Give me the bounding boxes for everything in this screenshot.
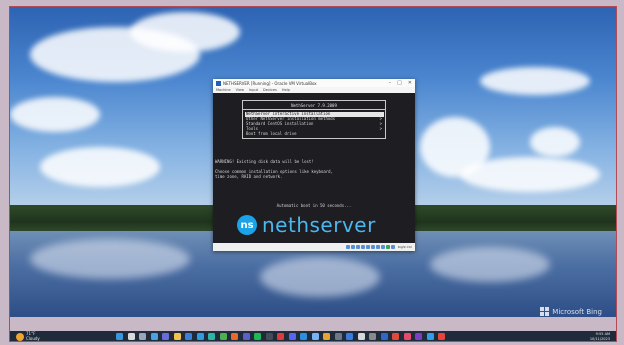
store-icon[interactable] <box>185 333 192 340</box>
wallpaper-reflection <box>430 247 550 282</box>
menu-devices[interactable]: Devices <box>263 88 277 92</box>
taskbar-pinned-apps <box>116 333 445 340</box>
app-icon[interactable] <box>438 333 445 340</box>
calculator-icon[interactable] <box>334 333 342 340</box>
boot-option-local-drive[interactable]: Boot from local drive <box>245 131 384 137</box>
audio-icon[interactable] <box>355 245 360 249</box>
close-button[interactable]: ✕ <box>408 80 412 86</box>
teams-icon[interactable] <box>242 333 250 340</box>
menu-input[interactable]: Input <box>249 88 258 92</box>
hard-disk-icon[interactable] <box>345 245 350 249</box>
task-view-icon[interactable] <box>139 333 146 340</box>
windows-start-icon[interactable] <box>116 333 123 340</box>
boot-menu: NethServer 7.9.2009 NethServer interacti… <box>242 100 386 139</box>
wallpaper-cloud <box>480 67 590 95</box>
virtualbox-icon[interactable] <box>380 333 388 340</box>
usb-icon[interactable] <box>365 245 370 249</box>
firefox-icon[interactable] <box>231 333 238 340</box>
wallpaper-cloud <box>40 147 160 187</box>
chrome-icon[interactable] <box>219 333 227 340</box>
edge-icon[interactable] <box>208 333 215 340</box>
virtualbox-icon <box>216 80 221 86</box>
clock-time: 9:55 AM <box>595 332 610 336</box>
chat-icon[interactable] <box>162 333 169 340</box>
desktop-screen: Microsoft Bing NETHSERVER [Running] - Or… <box>9 6 617 342</box>
recording-icon[interactable] <box>380 245 385 249</box>
file-explorer-icon[interactable] <box>173 333 181 340</box>
wallpaper-cloud <box>130 12 240 52</box>
clock-date: 10/11/2023 <box>589 336 610 341</box>
vm-console[interactable]: NethServer 7.9.2009 NethServer interacti… <box>213 93 415 243</box>
widgets-icon[interactable] <box>150 333 158 340</box>
vm-status-bar: Right Ctrl <box>213 243 415 251</box>
network-icon[interactable] <box>360 245 365 249</box>
host-key-label: Right Ctrl <box>397 245 412 249</box>
minimize-button[interactable]: – <box>389 80 392 86</box>
wallpaper-reflection <box>260 257 380 297</box>
taskbar: 71°F Cloudy 9:55 AM 10/11/2023 <box>10 331 616 341</box>
mouse-integration-icon[interactable] <box>390 245 395 249</box>
bing-watermark[interactable]: Microsoft Bing <box>540 307 602 316</box>
terminal-icon[interactable] <box>265 333 273 340</box>
photos-icon[interactable] <box>196 333 204 340</box>
boot-option-centos[interactable]: Standard CentOS installation > <box>245 121 384 127</box>
nethserver-logo: ns nethserver <box>237 213 376 237</box>
weather-widget[interactable]: 71°F Cloudy <box>16 331 40 341</box>
weather-description: Cloudy <box>26 335 40 341</box>
virtualbox-window[interactable]: NETHSERVER [Running] - Oracle VM Virtual… <box>213 79 415 251</box>
spotify-icon[interactable] <box>254 333 261 340</box>
microsoft-logo-icon <box>540 307 550 316</box>
paint-icon[interactable] <box>323 333 330 340</box>
nethserver-logo-icon: ns <box>237 215 257 235</box>
wallpaper-cloud <box>10 97 100 132</box>
search-icon[interactable] <box>127 333 135 340</box>
boot-menu-divider <box>243 109 385 110</box>
wallpaper-cloud <box>530 127 580 157</box>
onenote-icon[interactable] <box>415 333 422 340</box>
cpu-activity-icon[interactable] <box>385 245 390 249</box>
menu-machine[interactable]: Machine <box>216 88 231 92</box>
display-icon[interactable] <box>375 245 380 249</box>
settings-icon[interactable] <box>369 333 376 340</box>
shared-folder-icon[interactable] <box>370 245 375 249</box>
camera-icon[interactable] <box>403 333 411 340</box>
notepad-icon[interactable] <box>311 333 319 340</box>
opera-icon[interactable] <box>277 333 284 340</box>
window-title-bar[interactable]: NETHSERVER [Running] - Oracle VM Virtual… <box>213 79 415 87</box>
autoboot-countdown: Automatic boot in 50 seconds... <box>276 203 352 208</box>
wallpaper-reflection <box>30 239 190 279</box>
weather-sun-icon <box>16 332 24 341</box>
boot-option-label: Boot from local drive <box>246 131 297 136</box>
system-clock[interactable]: 9:55 AM 10/11/2023 <box>590 332 610 341</box>
security-icon[interactable] <box>357 333 365 340</box>
watermark-label: Microsoft Bing <box>552 307 602 316</box>
menu-view[interactable]: View <box>236 88 244 92</box>
warning-message: WARNING! Existing disk data will be lost… <box>215 159 314 164</box>
window-title: NETHSERVER [Running] - Oracle VM Virtual… <box>223 80 317 86</box>
help-text-line-2: time zone, RAID and network. <box>215 174 283 179</box>
mail-icon[interactable] <box>346 333 353 340</box>
skype-icon[interactable] <box>426 333 434 340</box>
boot-menu-title: NethServer 7.9.2009 <box>291 103 337 108</box>
wallpaper-cloud <box>460 157 600 192</box>
nethserver-wordmark: nethserver <box>262 213 376 237</box>
maximize-button[interactable]: □ <box>397 80 402 86</box>
vscode-icon[interactable] <box>300 333 307 340</box>
office-icon[interactable] <box>392 333 399 340</box>
optical-drive-icon[interactable] <box>350 245 355 249</box>
submenu-arrow-icon: > <box>379 126 382 131</box>
discord-icon[interactable] <box>288 333 296 340</box>
menu-help[interactable]: Help <box>282 88 290 92</box>
